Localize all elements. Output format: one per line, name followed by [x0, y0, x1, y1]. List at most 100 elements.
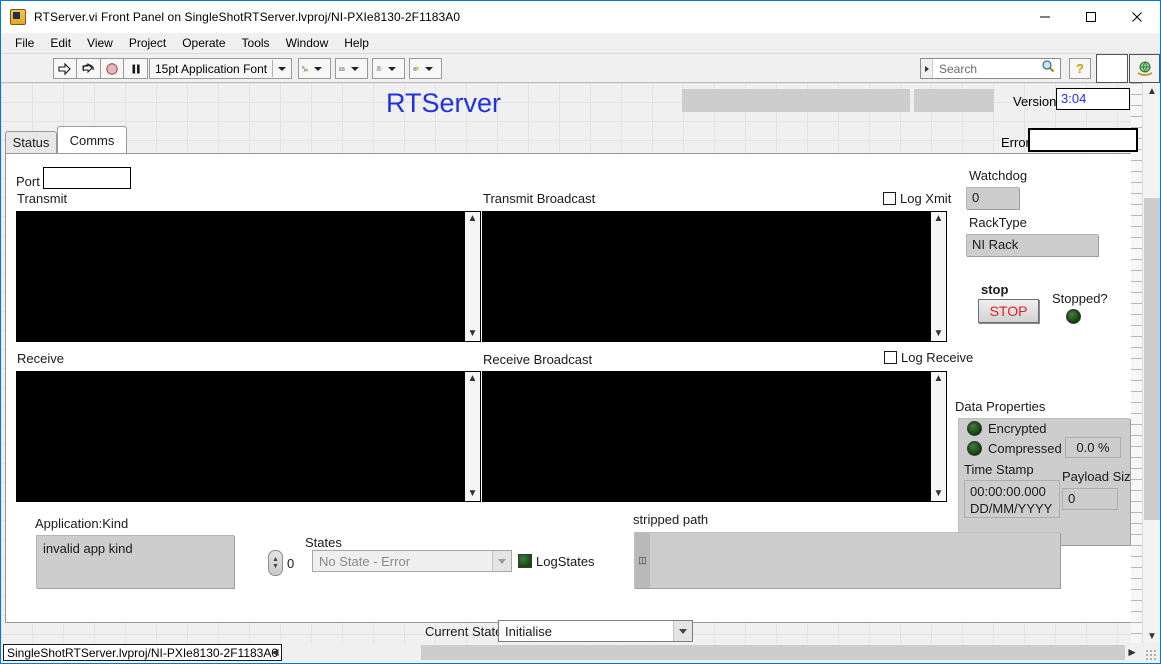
chevron-down-icon[interactable]: [425, 67, 433, 71]
pause-icon[interactable]: [124, 58, 148, 79]
menu-bar: File Edit View Project Operate Tools Win…: [1, 33, 1160, 54]
error-label: Error: [1001, 135, 1030, 150]
chevron-down-icon[interactable]: [388, 67, 396, 71]
run-continuously-icon[interactable]: [77, 58, 101, 79]
stop-label: stop: [981, 282, 1008, 297]
magnifier-icon[interactable]: [1041, 59, 1060, 78]
scroll-up-icon[interactable]: ▲: [934, 372, 944, 386]
stepper-up-icon[interactable]: ▲: [272, 556, 279, 563]
time-stamp-indicator: 00:00:00.000 DD/MM/YYYY: [964, 480, 1060, 518]
log-xmit-checkbox[interactable]: [883, 192, 896, 205]
stripped-path-value[interactable]: [650, 533, 1060, 588]
title-bar: RTServer.vi Front Panel on SingleShotRTS…: [1, 1, 1160, 33]
resize-objects-icon: [376, 62, 383, 76]
log-receive-checkbox[interactable]: [884, 351, 897, 364]
status-bar: SingleShotRTServer.lvproj/NI-PXIe8130-2F…: [1, 643, 1160, 663]
port-label: Port: [16, 174, 40, 189]
close-button[interactable]: [1114, 1, 1160, 33]
chevron-down-icon[interactable]: [314, 67, 322, 71]
labview-front-panel-window: RTServer.vi Front Panel on SingleShotRTS…: [0, 0, 1161, 664]
menu-item-edit[interactable]: Edit: [42, 34, 79, 52]
menu-item-window[interactable]: Window: [278, 34, 337, 52]
toolbar: 15pt Application Font: [1, 54, 1160, 83]
states-dropdown-value: No State - Error: [313, 554, 492, 569]
font-selector[interactable]: 15pt Application Font: [149, 58, 292, 79]
resize-objects-button[interactable]: [372, 58, 405, 79]
states-index-stepper[interactable]: ▲ ▼: [268, 550, 283, 576]
scroll-up-icon[interactable]: ▲: [1143, 83, 1161, 100]
abort-execution-icon[interactable]: [100, 58, 124, 79]
search-scope-icon[interactable]: [921, 59, 933, 78]
header-filler-bar-2: [914, 89, 994, 112]
receive-broadcast-display[interactable]: [482, 371, 930, 502]
menu-item-help[interactable]: Help: [336, 34, 377, 52]
scroll-up-icon[interactable]: ▲: [468, 212, 478, 226]
scroll-left-icon[interactable]: ◄: [269, 645, 281, 659]
panel-vertical-scrollbar[interactable]: ▲ ▼: [1142, 83, 1160, 645]
search-input[interactable]: Search: [933, 62, 1041, 76]
scroll-right-icon[interactable]: ►: [1126, 645, 1138, 659]
stopped-led: [1066, 309, 1081, 324]
receive-scrollbar[interactable]: ▲ ▼: [464, 371, 481, 502]
scroll-down-icon[interactable]: ▼: [468, 487, 478, 501]
folder-browse-icon[interactable]: ◫: [635, 533, 650, 588]
minimize-button[interactable]: [1022, 1, 1068, 33]
states-label: States: [305, 535, 342, 550]
watchdog-indicator: 0: [966, 187, 1019, 209]
reorder-objects-button[interactable]: [409, 58, 442, 79]
port-input[interactable]: [43, 167, 131, 189]
menu-item-project[interactable]: Project: [121, 34, 174, 52]
resize-grip-icon[interactable]: [1145, 649, 1157, 661]
globe-hand-icon[interactable]: [1129, 54, 1160, 83]
distribute-objects-button[interactable]: [335, 58, 368, 79]
scroll-down-icon[interactable]: ▼: [934, 327, 944, 341]
transmit-broadcast-scrollbar[interactable]: ▲ ▼: [930, 211, 947, 342]
states-dropdown[interactable]: No State - Error: [312, 550, 512, 572]
transmit-display[interactable]: [16, 211, 464, 342]
stripped-path-label: stripped path: [633, 512, 708, 527]
menu-item-operate[interactable]: Operate: [174, 34, 233, 52]
scroll-down-icon[interactable]: ▼: [934, 487, 944, 501]
stripped-path-control[interactable]: ◫: [634, 532, 1060, 588]
receive-display[interactable]: [16, 371, 464, 502]
stepper-down-icon[interactable]: ▼: [272, 563, 279, 570]
chevron-down-icon[interactable]: [351, 67, 359, 71]
version-label: Version: [1013, 94, 1056, 109]
run-arrow-icon[interactable]: [53, 58, 77, 79]
menu-item-view[interactable]: View: [79, 34, 121, 52]
scroll-down-icon[interactable]: ▼: [468, 327, 478, 341]
tab-status[interactable]: Status: [5, 131, 57, 153]
search-box[interactable]: Search: [920, 58, 1061, 79]
scroll-up-icon[interactable]: ▲: [934, 212, 944, 226]
align-objects-button[interactable]: [298, 58, 331, 79]
transmit-scrollbar[interactable]: ▲ ▼: [464, 211, 481, 342]
window-title: RTServer.vi Front Panel on SingleShotRTS…: [34, 10, 460, 24]
transmit-broadcast-display[interactable]: [482, 211, 930, 342]
align-objects-icon: [302, 62, 309, 76]
labview-vi-icon: [10, 9, 26, 25]
states-index-value: 0: [287, 556, 294, 571]
time-stamp-time: 00:00:00.000: [970, 483, 1054, 500]
current-state-dropdown[interactable]: Initialise: [498, 620, 693, 642]
run-button-group: [53, 58, 101, 79]
menu-item-tools[interactable]: Tools: [234, 34, 278, 52]
context-help-button[interactable]: ?: [1069, 58, 1091, 79]
error-indicator: [1028, 128, 1138, 152]
toolbar-blank-panel: [1096, 54, 1128, 83]
chevron-down-icon[interactable]: [278, 67, 286, 71]
receive-broadcast-scrollbar[interactable]: ▲ ▼: [930, 371, 947, 502]
scroll-thumb[interactable]: [1144, 198, 1160, 520]
chevron-down-icon[interactable]: [673, 621, 692, 641]
tab-comms[interactable]: Comms: [57, 126, 127, 153]
stop-button[interactable]: STOP: [978, 299, 1039, 323]
application-kind-label: Application:Kind: [35, 516, 128, 531]
compressed-led: [967, 441, 982, 456]
menu-item-file[interactable]: File: [7, 34, 42, 52]
horizontal-scrollbar[interactable]: [421, 645, 1125, 660]
chevron-down-icon[interactable]: [492, 551, 511, 571]
maximize-button[interactable]: [1068, 1, 1114, 33]
scroll-up-icon[interactable]: ▲: [468, 372, 478, 386]
font-separator: [272, 60, 273, 77]
encrypted-label: Encrypted: [988, 421, 1047, 436]
font-label: 15pt Application Font: [150, 62, 272, 76]
